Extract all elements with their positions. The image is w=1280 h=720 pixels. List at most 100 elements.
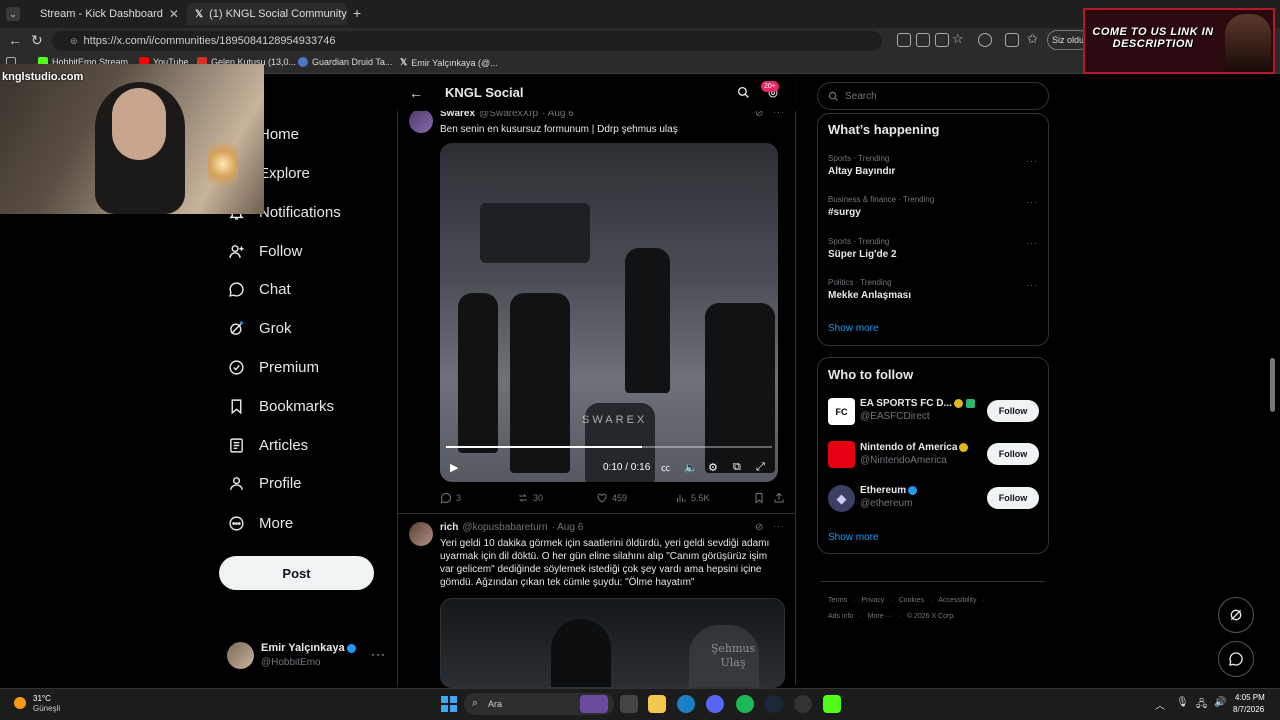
tab-kick-dashboard[interactable]: Stream - Kick Dashboard ✕ bbox=[26, 3, 186, 25]
page-scrollbar[interactable] bbox=[1270, 358, 1275, 412]
spotify-icon[interactable] bbox=[736, 695, 754, 713]
play-icon[interactable]: ▶ bbox=[450, 461, 462, 474]
nintendo-logo[interactable] bbox=[828, 441, 855, 468]
sun-icon[interactable] bbox=[14, 697, 26, 709]
sidebar-item-bookmarks[interactable]: Bookmarks bbox=[228, 394, 334, 418]
network-icon[interactable]: 🖧 bbox=[1196, 697, 1207, 714]
footer-cookies-link[interactable]: Cookies bbox=[899, 597, 924, 604]
happening-show-more-link[interactable]: Show more bbox=[828, 323, 879, 334]
follow-suggestion[interactable]: Ethereum @ethereum bbox=[860, 485, 918, 509]
share-button[interactable] bbox=[773, 492, 785, 504]
tweet-author-name[interactable]: rich bbox=[440, 522, 458, 533]
footer-privacy-link[interactable]: Privacy bbox=[861, 597, 884, 604]
trend-more-icon[interactable]: ··· bbox=[1026, 280, 1038, 290]
grok-explain-icon[interactable]: ⊘ bbox=[755, 522, 763, 533]
ethereum-logo[interactable]: ◆ bbox=[828, 485, 855, 512]
steam-icon[interactable] bbox=[765, 695, 783, 713]
footer-ads-info-link[interactable]: Ads info bbox=[828, 613, 853, 620]
sidebar-item-chat[interactable]: Chat bbox=[228, 277, 291, 301]
tweet-avatar[interactable] bbox=[409, 522, 433, 546]
taskbar-clock[interactable]: 4:05 PM bbox=[1235, 693, 1265, 702]
post-button[interactable]: Post bbox=[219, 556, 374, 590]
tweet-date[interactable]: · Aug 6 bbox=[552, 522, 584, 533]
sidebar-item-grok[interactable]: Grok bbox=[228, 316, 292, 340]
back-arrow-icon[interactable]: ← bbox=[8, 32, 22, 48]
account-name[interactable]: Emir Yalçınkaya bbox=[261, 642, 356, 654]
back-arrow-icon[interactable]: ← bbox=[409, 85, 423, 101]
trend-item[interactable]: Business & finance · Trending #surgy bbox=[828, 195, 934, 218]
search-input[interactable]: Search bbox=[817, 82, 1049, 110]
follow-button[interactable]: Follow bbox=[987, 443, 1039, 465]
tweet-video[interactable] bbox=[440, 143, 778, 482]
article-icon bbox=[230, 437, 243, 453]
speaker-icon[interactable]: 🔊 bbox=[1214, 697, 1226, 708]
file-explorer-icon[interactable] bbox=[648, 695, 666, 713]
sidebar-item-profile[interactable]: Profile bbox=[228, 471, 302, 495]
extensions-icon[interactable] bbox=[978, 33, 992, 47]
tab-list-chevron-icon[interactable]: ⌄ bbox=[6, 7, 20, 21]
tweet-more-icon[interactable]: ··· bbox=[773, 521, 785, 531]
messages-fab-button[interactable] bbox=[1218, 641, 1254, 677]
follow-show-more-link[interactable]: Show more bbox=[828, 532, 879, 543]
tray-chevron-icon[interactable]: ︿ bbox=[1155, 697, 1165, 712]
edge-browser-icon[interactable] bbox=[677, 695, 695, 713]
obs-icon[interactable] bbox=[794, 695, 812, 713]
tweet-author-handle[interactable]: @kopusbabareturn bbox=[462, 522, 547, 533]
trend-item[interactable]: Politics · Trending Mekke Anlaşması bbox=[828, 278, 911, 301]
follow-button[interactable]: Follow bbox=[987, 400, 1039, 422]
ea-sports-logo[interactable]: FC bbox=[828, 398, 855, 425]
follow-button[interactable]: Follow bbox=[987, 487, 1039, 509]
dock-icon[interactable]: ⧉ bbox=[733, 461, 745, 473]
sidebar-item-follow[interactable]: Follow bbox=[228, 239, 302, 263]
weather-temperature[interactable]: 31°C bbox=[33, 694, 51, 703]
account-avatar[interactable] bbox=[227, 642, 254, 669]
trend-item[interactable]: Sports · Trending Altay Bayındır bbox=[828, 154, 895, 177]
follow-suggestion[interactable]: Nintendo of America @NintendoAmerica bbox=[860, 442, 969, 466]
trend-more-icon[interactable]: ··· bbox=[1026, 238, 1038, 248]
reader-icon[interactable] bbox=[935, 33, 949, 47]
tweet-avatar[interactable] bbox=[409, 109, 433, 133]
follow-suggestion[interactable]: EA SPORTS FC D... @EASFCDirect bbox=[860, 398, 975, 422]
bookmark-emir-yalcinkaya[interactable]: 𝕏 Emir Yalçınkaya (@... bbox=[400, 57, 498, 68]
discord-icon[interactable] bbox=[706, 695, 724, 713]
volume-icon[interactable]: 🔈 bbox=[684, 461, 698, 474]
sidebar-item-articles[interactable]: Articles bbox=[228, 433, 308, 457]
reply-button[interactable]: 3 bbox=[440, 492, 461, 504]
reload-icon[interactable]: ↻ bbox=[31, 32, 43, 49]
captions-icon[interactable]: ㏄ bbox=[661, 461, 673, 473]
trend-item[interactable]: Sports · Trending Süper Lig'de 2 bbox=[828, 237, 897, 260]
task-view-icon[interactable] bbox=[620, 695, 638, 713]
fullscreen-icon[interactable]: ⤢ bbox=[756, 461, 768, 473]
kick-app-icon[interactable] bbox=[823, 695, 841, 713]
repost-button[interactable]: 30 bbox=[517, 492, 543, 504]
trend-more-icon[interactable]: ··· bbox=[1026, 197, 1038, 207]
sidebar-item-more[interactable]: More bbox=[228, 511, 293, 535]
footer-more-link[interactable]: More ··· bbox=[868, 613, 893, 620]
tab-kngl-social[interactable]: 𝕏 (1) KNGL Social Community / X ✕ bbox=[187, 3, 347, 25]
close-tab-icon[interactable]: ✕ bbox=[169, 7, 179, 21]
views-button[interactable]: 5.5K bbox=[675, 492, 710, 504]
search-highlight-icon[interactable] bbox=[580, 695, 608, 713]
favorite-star-icon[interactable]: ☆ bbox=[952, 31, 964, 47]
like-button[interactable]: 459 bbox=[596, 492, 627, 504]
bookmark-guardian-druid[interactable]: Guardian Druid Ta... bbox=[298, 57, 392, 67]
app-available-icon[interactable] bbox=[916, 33, 930, 47]
sidebar-item-premium[interactable]: Premium bbox=[228, 355, 319, 379]
search-icon[interactable] bbox=[737, 86, 750, 99]
media-icon[interactable] bbox=[1005, 33, 1019, 47]
translate-icon[interactable] bbox=[897, 33, 911, 47]
trend-more-icon[interactable]: ··· bbox=[1026, 156, 1038, 166]
collections-star-icon[interactable]: ✩ bbox=[1027, 31, 1038, 47]
footer-terms-link[interactable]: Terms bbox=[828, 597, 847, 604]
taskbar-date[interactable]: 8/7/2026 bbox=[1233, 705, 1264, 714]
account-more-button[interactable]: ··· bbox=[371, 647, 386, 661]
settings-gear-icon[interactable]: ⚙ bbox=[708, 461, 720, 474]
bookmark-button[interactable] bbox=[753, 492, 765, 504]
footer-accessibility-link[interactable]: Accessibility bbox=[938, 597, 976, 604]
windows-start-icon[interactable] bbox=[441, 696, 457, 712]
url-field[interactable]: ⊜ https://x.com/i/communities/1895084128… bbox=[52, 31, 882, 51]
microphone-icon[interactable]: 🎙 bbox=[1176, 697, 1189, 708]
share-icon bbox=[774, 492, 784, 503]
grok-fab-button[interactable] bbox=[1218, 597, 1254, 633]
new-tab-button[interactable]: + bbox=[353, 5, 361, 21]
